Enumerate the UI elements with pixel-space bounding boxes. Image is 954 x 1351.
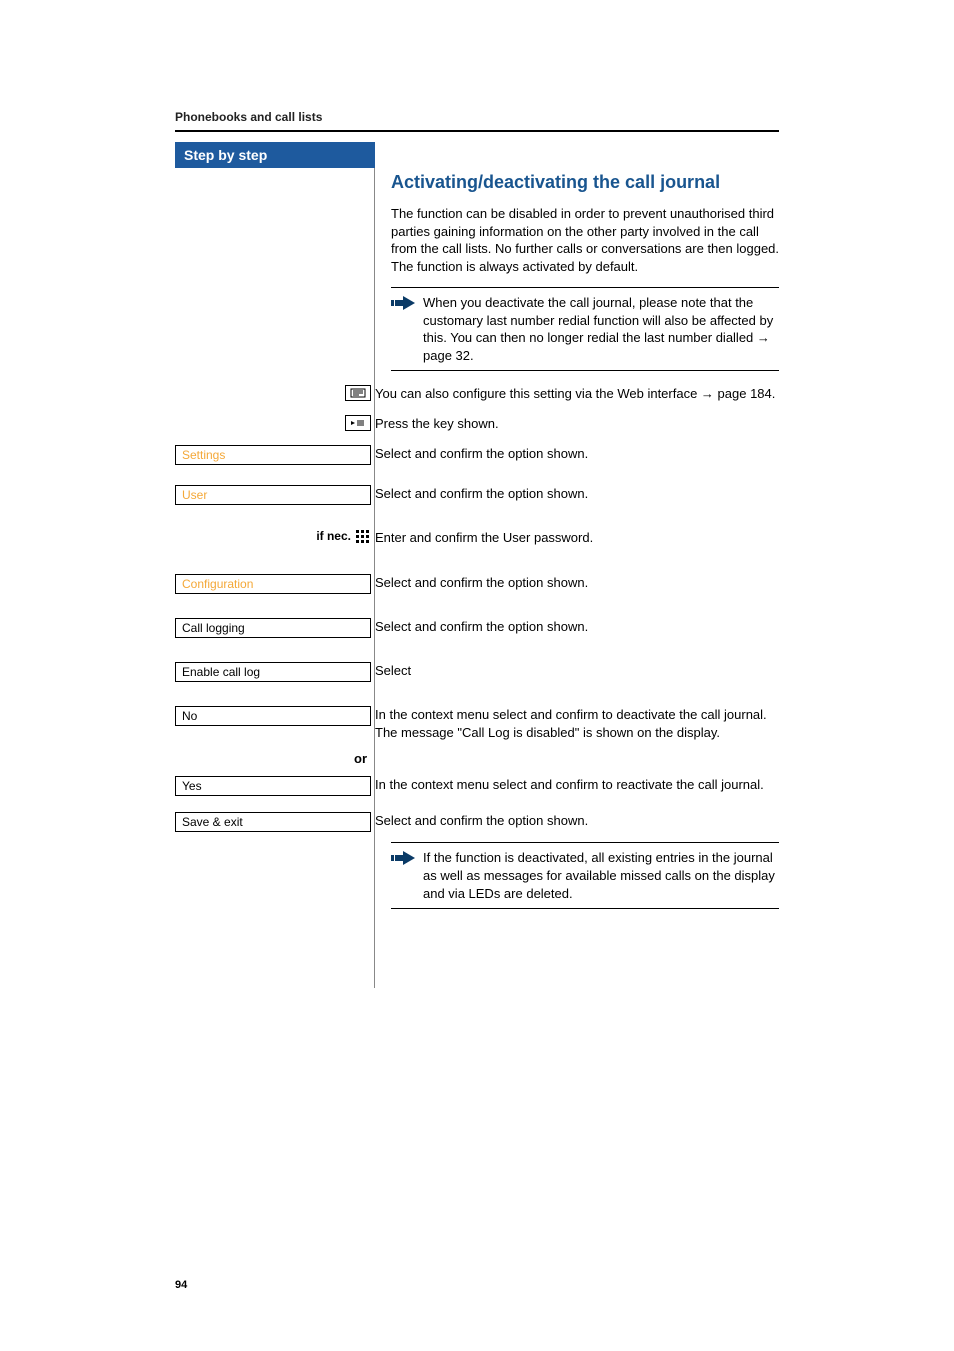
- note-arrow-icon-2: [391, 849, 419, 902]
- section-title: Activating/deactivating the call journal: [391, 172, 779, 193]
- row-configuration: Configuration Select and confirm the opt…: [391, 574, 779, 594]
- header-rule: [175, 130, 779, 132]
- user-text: Select and confirm the option shown.: [375, 485, 779, 503]
- note-text-1: When you deactivate the call journal, pl…: [419, 294, 779, 364]
- or-separator: or: [175, 751, 375, 766]
- keypad-icon: [355, 529, 371, 550]
- running-head: Phonebooks and call lists: [175, 110, 779, 124]
- step-by-step-header: Step by step: [175, 142, 375, 168]
- no-text: In the context menu select and confirm t…: [375, 706, 779, 741]
- sidebar-item-call-logging: Call logging: [175, 618, 371, 638]
- settings-text: Select and confirm the option shown.: [375, 445, 779, 463]
- enable-call-log-text: Select: [375, 662, 779, 680]
- page-number: 94: [175, 1279, 187, 1291]
- row-no: No In the context menu select and confir…: [391, 706, 779, 741]
- row-settings: Settings Select and confirm the option s…: [391, 445, 779, 465]
- web-config-icon: [345, 385, 371, 403]
- sidebar-item-yes: Yes: [175, 776, 371, 796]
- save-exit-text: Select and confirm the option shown.: [375, 812, 779, 830]
- password-text: Enter and confirm the User password.: [375, 529, 779, 547]
- main-content: Activating/deactivating the call journal…: [375, 142, 779, 923]
- sidebar-item-configuration: Configuration: [175, 574, 371, 594]
- yes-text: In the context menu select and confirm t…: [375, 776, 779, 794]
- sidebar: Step by step: [175, 142, 375, 988]
- sidebar-item-settings: Settings: [175, 445, 371, 465]
- webinfo-text: You can also configure this setting via …: [375, 385, 779, 403]
- note-arrow-icon: [391, 294, 419, 364]
- row-yes: Yes In the context menu select and confi…: [391, 776, 779, 796]
- row-webinfo: You can also configure this setting via …: [391, 385, 779, 405]
- row-user: User Select and confirm the option shown…: [391, 485, 779, 505]
- press-key-text: Press the key shown.: [375, 415, 779, 433]
- sidebar-item-no: No: [175, 706, 371, 726]
- sidebar-item-user: User: [175, 485, 371, 505]
- note-text-2: If the function is deactivated, all exis…: [419, 849, 779, 902]
- row-password: if nec.: [391, 529, 779, 550]
- note-box-2: If the function is deactivated, all exis…: [391, 842, 779, 909]
- sidebar-item-save-exit: Save & exit: [175, 812, 371, 832]
- row-call-logging: Call logging Select and confirm the opti…: [391, 618, 779, 638]
- call-logging-text: Select and confirm the option shown.: [375, 618, 779, 636]
- content-columns: Step by step Activating/deactivating the…: [175, 142, 779, 988]
- configuration-text: Select and confirm the option shown.: [375, 574, 779, 592]
- row-enable-call-log: Enable call log Select: [391, 662, 779, 682]
- row-save-exit: Save & exit Select and confirm the optio…: [391, 812, 779, 832]
- menu-key-icon: [345, 415, 371, 433]
- sidebar-item-enable-call-log: Enable call log: [175, 662, 371, 682]
- row-press-key: Press the key shown.: [391, 415, 779, 435]
- if-nec-label: if nec.: [316, 529, 351, 543]
- note-box-1: When you deactivate the call journal, pl…: [391, 287, 779, 371]
- intro-paragraph: The function can be disabled in order to…: [391, 205, 779, 275]
